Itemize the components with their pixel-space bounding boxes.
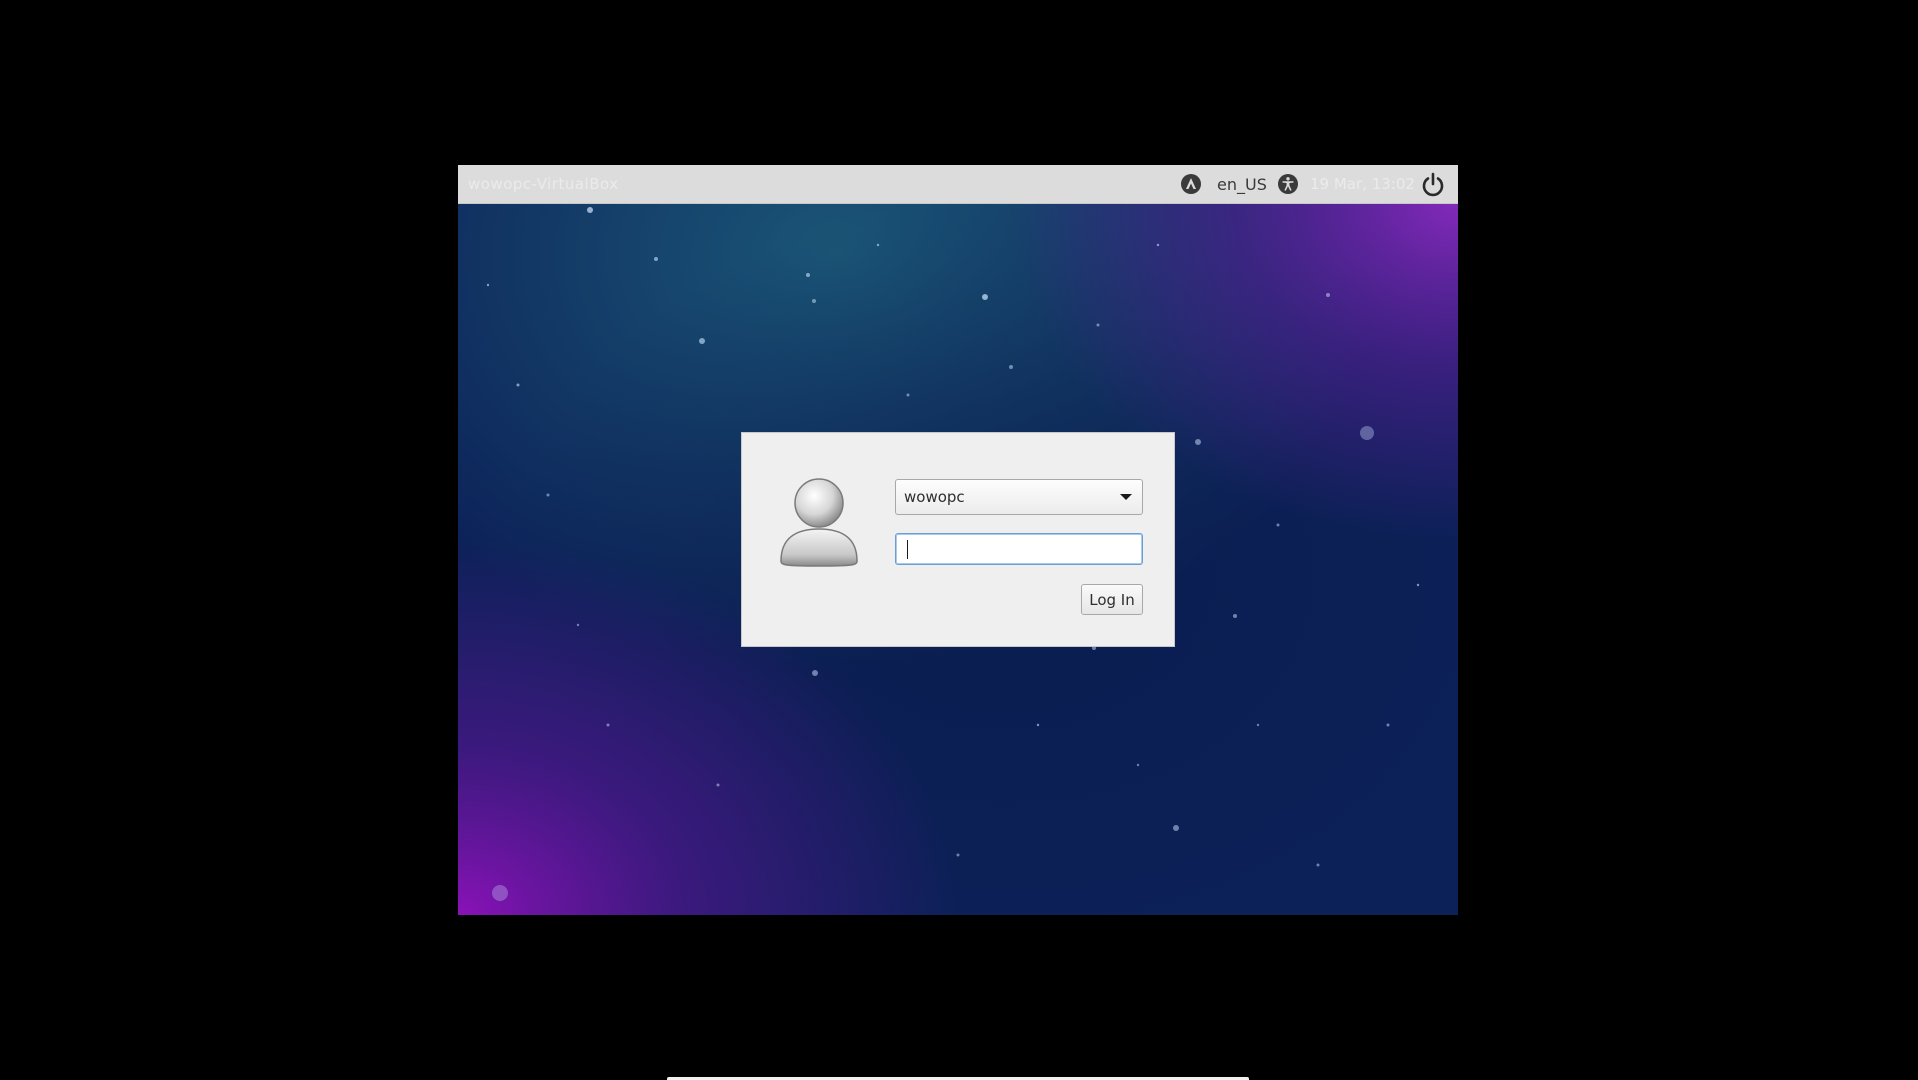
login-button[interactable]: Log In <box>1081 584 1143 615</box>
accessibility-icon[interactable] <box>1276 172 1300 196</box>
user-avatar-icon <box>780 478 858 567</box>
chevron-down-icon <box>1120 494 1132 500</box>
selected-user-label: wowopc <box>904 488 965 506</box>
clock-label: 19 Mar, 13:02 <box>1310 175 1415 193</box>
session-icon[interactable] <box>1179 172 1203 196</box>
power-icon[interactable] <box>1419 171 1447 199</box>
user-select-dropdown[interactable]: wowopc <box>895 479 1143 515</box>
top-panel: wowopc-VirtualBox en_US 19 Mar, 13:02 <box>458 165 1458 204</box>
text-caret <box>907 540 908 559</box>
password-field[interactable] <box>895 533 1143 565</box>
login-screen: wowopc-VirtualBox en_US 19 Mar, 13:02 wo… <box>458 165 1458 915</box>
login-dialog: wowopc Log In <box>741 432 1175 647</box>
language-indicator[interactable]: en_US <box>1217 175 1267 194</box>
hostname-label: wowopc-VirtualBox <box>468 175 619 193</box>
